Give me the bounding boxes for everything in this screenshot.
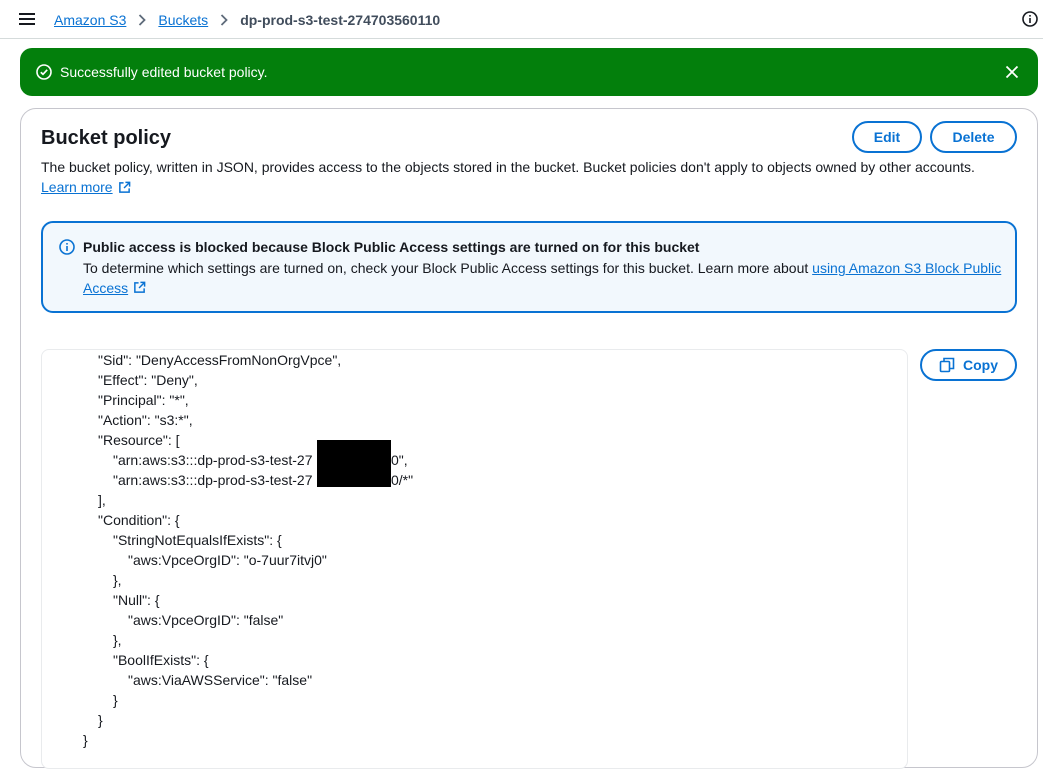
breadcrumb-current-bucket: dp-prod-s3-test-274703560110 (240, 12, 441, 28)
code-line: "StringNotEqualsIfExists": { (113, 532, 282, 548)
code-line: } (98, 712, 103, 728)
external-link-icon (118, 181, 130, 193)
code-line: "aws:VpceOrgID": "false" (128, 612, 284, 628)
code-line: } (113, 692, 118, 708)
delete-button[interactable]: Delete (930, 121, 1017, 153)
check-circle-icon (36, 64, 52, 80)
breadcrumb: Amazon S3 Buckets dp-prod-s3-test-274703… (54, 10, 440, 30)
code-line: "Sid": "DenyAccessFromNonOrgVpce", (98, 352, 342, 368)
copy-button[interactable]: Copy (920, 349, 1017, 381)
close-icon[interactable] (1004, 64, 1020, 80)
alert-body-text: To determine which settings are turned o… (83, 260, 813, 276)
page-title: Bucket policy (41, 127, 172, 149)
breadcrumb-amazon-s3[interactable]: Amazon S3 (54, 12, 126, 28)
external-link-icon (134, 281, 146, 293)
code-line: "arn:aws:s3:::dp-prod-s3-test-27 (113, 472, 313, 488)
code-line: "Action": "s3:*", (98, 412, 193, 428)
code-line: }, (113, 632, 122, 648)
code-line: "aws:ViaAWSService": "false" (128, 672, 313, 688)
copy-icon (939, 357, 955, 373)
policy-description: The bucket policy, written in JSON, prov… (41, 159, 975, 175)
code-line: 0", (391, 452, 408, 468)
learn-more-label: Learn more (41, 179, 113, 195)
top-bar: Amazon S3 Buckets dp-prod-s3-test-274703… (0, 0, 1043, 39)
code-line: "Null": { (113, 592, 160, 608)
hamburger-menu-icon[interactable] (19, 12, 35, 26)
info-icon (59, 239, 75, 255)
info-icon[interactable] (1022, 11, 1038, 27)
edit-button[interactable]: Edit (852, 121, 922, 153)
redaction-block (317, 440, 391, 487)
code-line: "BoolIfExists": { (113, 652, 209, 668)
code-line: "Condition": { (98, 512, 180, 528)
alert-title: Public access is blocked because Block P… (83, 239, 700, 255)
breadcrumb-buckets[interactable]: Buckets (158, 12, 208, 28)
code-line: } (83, 732, 88, 748)
code-line: "Effect": "Deny", (98, 372, 198, 388)
chevron-right-icon (138, 14, 147, 26)
copy-label: Copy (963, 357, 998, 373)
flash-message: Successfully edited bucket policy. (60, 64, 268, 80)
code-line: ], (98, 492, 106, 508)
alert-body: To determine which settings are turned o… (83, 258, 1003, 298)
learn-more-link[interactable]: Learn more (41, 178, 131, 196)
code-line: "aws:VpceOrgID": "o-7uur7itvj0" (128, 552, 327, 568)
code-line: "Resource": [ (98, 432, 180, 448)
code-line: "Principal": "*", (98, 392, 189, 408)
chevron-right-icon (220, 14, 228, 26)
code-line: "arn:aws:s3:::dp-prod-s3-test-27 (113, 452, 313, 468)
code-line: }, (113, 572, 122, 588)
success-flash-banner: Successfully edited bucket policy. (20, 48, 1038, 96)
code-line: 0/*" (391, 472, 414, 488)
